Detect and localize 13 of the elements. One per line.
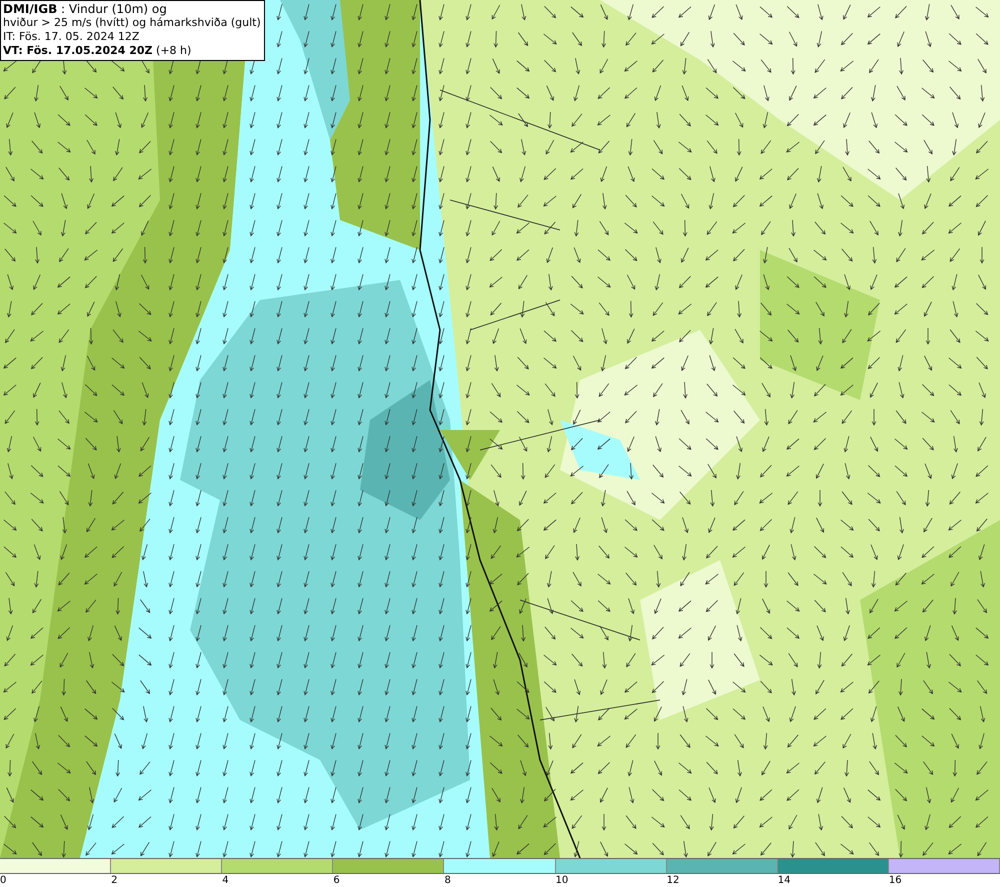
legend-text: DMI/IGB : Vindur (10m) og: [3, 2, 168, 16]
colorbar-label: 10: [556, 874, 568, 887]
colorbar-label: 8: [444, 874, 451, 887]
colorbar-label: 4: [222, 874, 229, 887]
colorbar-label: 2: [111, 874, 118, 887]
colorbar-label: 0: [0, 874, 6, 887]
colorbar-label: 16: [888, 874, 902, 887]
legend-text: VT: Fös. 17.05.2024 20Z (+8 h): [3, 44, 192, 58]
colorbar-label: 14: [778, 874, 790, 887]
legend-text: hviður > 25 m/s (hvítt) og hámarkshviða (gult): [3, 16, 261, 30]
colorbar-label: 12: [666, 874, 680, 887]
colorbar-label: 6: [333, 874, 340, 887]
legend-text: IT: Fös. 17. 05. 2024 12Z: [3, 30, 140, 44]
